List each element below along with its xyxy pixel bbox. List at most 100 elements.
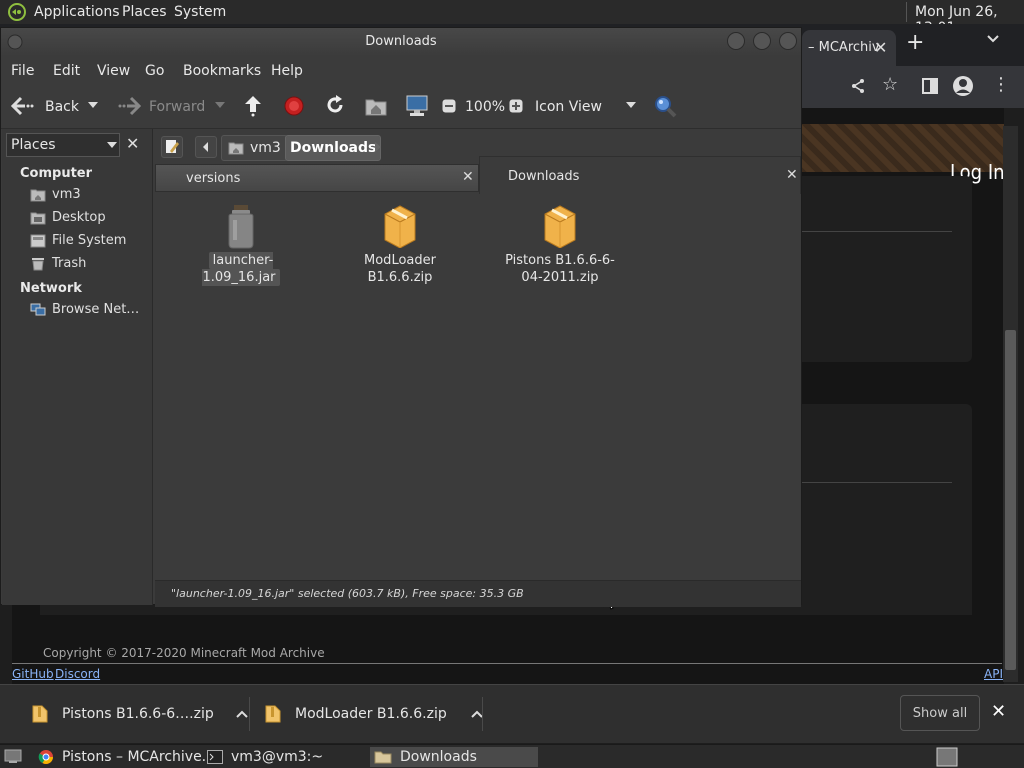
shelf-divider	[482, 697, 483, 731]
sidebar-item-vm3[interactable]: vm3	[30, 187, 81, 202]
back-history-dropdown-icon[interactable]	[87, 101, 99, 109]
close-sidebar-icon[interactable]: ✕	[126, 134, 139, 153]
path-segment-label: vm3	[250, 140, 281, 156]
api-link[interactable]: API	[984, 667, 1003, 681]
distro-logo-icon[interactable]	[8, 3, 26, 21]
window-titlebar[interactable]: Downloads	[1, 28, 801, 56]
computer-icon[interactable]	[405, 95, 429, 117]
window-title: Downloads	[365, 34, 437, 49]
tab-close-icon[interactable]: ✕	[874, 38, 887, 57]
discord-link[interactable]: Discord	[55, 667, 100, 681]
show-desktop-icon[interactable]	[4, 748, 22, 764]
sidebar-item-file-system[interactable]: File System	[30, 233, 126, 248]
drive-icon	[30, 234, 46, 248]
terminal-icon	[207, 750, 223, 764]
search-icon[interactable]	[653, 94, 677, 118]
scrollbar-thumb[interactable]	[1005, 330, 1016, 670]
sidebar-item-desktop[interactable]: Desktop	[30, 210, 106, 225]
sidebar-item-trash[interactable]: Trash	[30, 256, 86, 271]
menu-bookmarks[interactable]: Bookmarks	[183, 63, 261, 79]
tab-bar: versions ✕ Downloads ✕	[155, 156, 801, 194]
up-directory-icon[interactable]	[243, 94, 263, 118]
taskbar-terminal[interactable]: vm3@vm3:~	[207, 747, 323, 767]
maximize-button[interactable]	[753, 32, 771, 50]
file-item[interactable]: Pistons B1.6.6-6-04-2011.zip	[490, 204, 630, 286]
tab-label: Downloads	[508, 169, 580, 184]
places-menu[interactable]: Places	[122, 4, 167, 20]
github-link[interactable]: GitHub	[12, 667, 54, 681]
close-shelf-icon[interactable]: ✕	[991, 701, 1006, 722]
path-segment-label: Downloads	[290, 140, 377, 156]
browser-tab[interactable]: – MCArchiv ✕	[802, 30, 896, 66]
download-item[interactable]: Pistons B1.6.6-6….zip	[32, 695, 248, 733]
share-icon[interactable]	[850, 78, 866, 94]
card-divider	[802, 482, 952, 483]
show-all-button[interactable]: Show all	[900, 695, 980, 731]
copyright-text: Copyright © 2017-2020 Minecraft Mod Arch…	[43, 646, 325, 660]
close-tab-icon[interactable]: ✕	[786, 167, 798, 183]
close-tab-icon[interactable]: ✕	[462, 169, 474, 185]
zip-file-icon	[265, 705, 281, 723]
bookmark-star-icon[interactable]: ☆	[882, 74, 898, 95]
close-button[interactable]	[779, 32, 797, 50]
forward-button[interactable]: Forward	[149, 99, 205, 115]
path-scroll-right-icon[interactable]	[373, 140, 383, 154]
menu-edit[interactable]: Edit	[53, 63, 80, 79]
file-icon-view[interactable]: launcher-1.09_16.jar ModLoader B1.6.6.zi…	[155, 194, 801, 610]
taskbar-file-manager[interactable]: Downloads	[370, 747, 538, 767]
tab-versions[interactable]: versions ✕	[155, 164, 479, 192]
sidebar-item-label: File System	[52, 233, 127, 248]
browser-tab-title: – MCArchiv	[808, 40, 880, 55]
sidebar-item-label: vm3	[52, 187, 81, 202]
chevron-up-icon[interactable]	[471, 710, 483, 718]
view-mode-dropdown-icon[interactable]	[625, 101, 637, 109]
tab-search-chevron-icon[interactable]	[986, 34, 1000, 44]
sidebar-toggle-icon[interactable]	[922, 78, 938, 94]
system-menu[interactable]: System	[174, 4, 226, 20]
chrome-icon	[38, 749, 54, 765]
sidebar-type-select[interactable]: Places	[6, 133, 120, 157]
new-tab-icon[interactable]: +	[906, 30, 924, 55]
sidebar-section-computer: Computer	[20, 166, 93, 181]
package-icon	[330, 204, 470, 250]
menubar: File Edit View Go Bookmarks Help	[1, 56, 801, 86]
applications-menu[interactable]: Applications	[34, 4, 120, 20]
path-segment-downloads[interactable]: Downloads	[285, 135, 382, 161]
chevron-up-icon[interactable]	[236, 710, 248, 718]
download-item[interactable]: ModLoader B1.6.6.zip	[265, 695, 483, 733]
minimize-button[interactable]	[727, 32, 745, 50]
file-item[interactable]: launcher-1.09_16.jar	[171, 204, 311, 286]
zoom-out-icon[interactable]	[442, 99, 456, 113]
browser-menu-icon[interactable]: ⋮	[992, 76, 1010, 94]
menu-file[interactable]: File	[11, 63, 34, 79]
back-button[interactable]: Back	[45, 99, 79, 115]
sidebar-type-label: Places	[11, 137, 56, 153]
back-arrow-icon[interactable]	[11, 96, 35, 116]
zoom-in-icon[interactable]	[509, 99, 523, 113]
sidebar-item-browse-network[interactable]: Browse Net…	[30, 302, 139, 317]
network-icon	[30, 303, 46, 317]
sidebar-item-label: Trash	[52, 256, 87, 271]
workspace-switcher-icon[interactable]	[936, 747, 958, 767]
menu-go[interactable]: Go	[145, 63, 164, 79]
path-segment-vm3[interactable]: vm3	[221, 135, 288, 161]
taskbar-browser[interactable]: Pistons – MCArchive...	[38, 747, 215, 767]
home-folder-icon	[30, 188, 46, 202]
forward-arrow-icon	[117, 96, 141, 116]
file-item[interactable]: ModLoader B1.6.6.zip	[330, 204, 470, 286]
home-folder-icon[interactable]	[365, 96, 387, 116]
sidebar-section-network: Network	[20, 281, 82, 296]
edit-path-icon[interactable]	[161, 136, 183, 158]
tab-downloads[interactable]: Downloads ✕	[479, 156, 801, 194]
menu-help[interactable]: Help	[271, 63, 303, 79]
bottom-panel: Pistons – MCArchive... vm3@vm3:~ Downloa…	[0, 744, 1024, 768]
profile-avatar-icon[interactable]	[952, 75, 974, 97]
path-scroll-left-icon[interactable]	[195, 136, 217, 158]
view-mode-select[interactable]: Icon View	[535, 99, 602, 115]
zoom-level: 100%	[465, 99, 506, 115]
menu-view[interactable]: View	[97, 63, 130, 79]
stop-icon[interactable]	[284, 96, 304, 116]
package-icon	[490, 204, 630, 250]
download-filename: ModLoader B1.6.6.zip	[295, 706, 447, 722]
reload-icon[interactable]	[325, 95, 345, 115]
